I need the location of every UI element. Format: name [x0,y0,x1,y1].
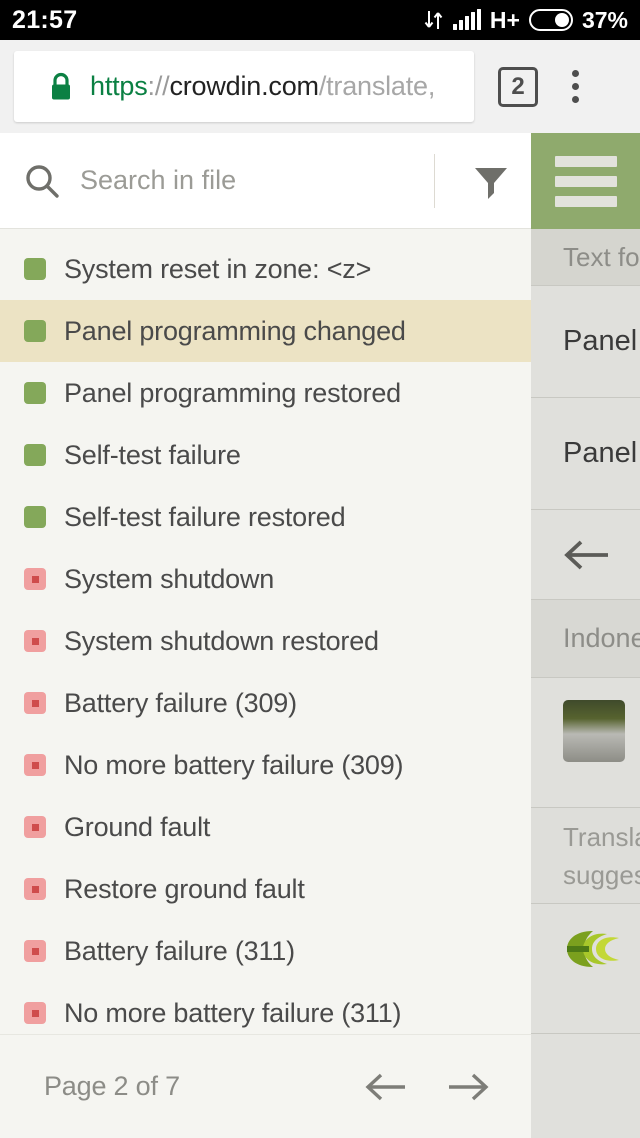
hamburger-menu-icon [554,155,617,207]
status-untranslated-icon [24,568,46,590]
list-item[interactable]: Self-test failure [0,424,531,486]
page-content: System reset in zone: <z> Panel programmi… [0,133,640,1138]
status-untranslated-icon [24,940,46,962]
list-item[interactable]: No more battery failure (311) [0,982,531,1034]
status-translated-icon [24,506,46,528]
tab-count-label: 2 [511,72,525,100]
list-item[interactable]: System shutdown [0,548,531,610]
battery-icon [528,9,573,31]
status-translated-icon [24,444,46,466]
status-untranslated-icon [24,630,46,652]
translation-author-row [531,678,640,808]
list-item[interactable]: System shutdown restored [0,610,531,672]
editor-menu-button[interactable] [531,133,640,229]
list-item-label: Battery failure (309) [64,687,297,718]
network-type-label: H+ [489,6,520,33]
list-item-label: Restore ground fault [64,873,305,904]
search-toolbar [0,133,531,229]
list-item-label: System shutdown [64,563,275,594]
browser-toolbar: https://crowdin.com/translate, 2 [0,40,640,133]
android-status-bar: 21:57 H+ 37% [0,0,640,40]
translation-editor-panel: Text fo Panel Panel Indone Transla sugge… [531,133,640,1138]
search-icon [26,164,59,198]
status-untranslated-icon [24,1002,46,1024]
list-item[interactable]: Ground fault [0,796,531,858]
list-item[interactable]: No more battery failure (309) [0,734,531,796]
suggestions-heading-line1: Transla [563,821,640,852]
pagination-bar: Page 2 of 7 [0,1034,531,1138]
editor-back-button[interactable] [531,510,640,600]
url-scheme: https [90,71,148,101]
url-bar[interactable]: https://crowdin.com/translate, [14,51,474,122]
editor-panel-filler [531,1034,640,1138]
list-item-label: System reset in zone: <z> [64,253,372,284]
list-item[interactable]: Battery failure (309) [0,672,531,734]
list-item-label: System shutdown restored [64,625,379,656]
status-clock: 21:57 [12,5,78,34]
strings-list-panel: System reset in zone: <z> Panel programmi… [0,133,531,1138]
avatar [563,700,625,762]
url-host: crowdin.com [169,71,319,101]
mt-provider-row [531,904,640,1034]
next-page-button[interactable] [441,1060,495,1114]
list-item[interactable]: Restore ground fault [0,858,531,920]
signal-bars-icon [452,9,481,30]
tab-counter-button[interactable]: 2 [498,66,538,107]
app-root: 21:57 H+ 37% https://crowdin.com/transla… [0,0,640,1138]
source-caption: Text fo [531,229,640,286]
list-item[interactable]: System reset in zone: <z> [0,238,531,300]
status-translated-icon [24,320,46,342]
status-indicators: H+ 37% [424,6,628,33]
status-translated-icon [24,258,46,280]
status-untranslated-icon [24,754,46,776]
status-translated-icon [24,382,46,404]
status-untranslated-icon [24,816,46,838]
status-untranslated-icon [24,878,46,900]
data-sync-icon [424,11,443,29]
arrow-right-icon [449,1073,489,1100]
strings-list[interactable]: System reset in zone: <z> Panel programmi… [0,229,531,1034]
url-path: /translate, [318,71,436,101]
prev-page-button[interactable] [359,1060,413,1114]
list-item-label: Battery failure (311) [64,935,295,966]
list-item-label: Panel programming restored [64,377,401,408]
arrow-left-icon [563,540,608,569]
page-indicator-label: Page 2 of 7 [44,1071,180,1101]
suggestions-heading-line2: suggest [563,859,640,890]
kebab-dot [572,70,579,77]
list-item-label: Self-test failure [64,439,241,470]
url-text: https://crowdin.com/translate, [90,71,435,102]
browser-menu-button[interactable] [572,70,579,103]
list-item-label: No more battery failure (311) [64,997,402,1028]
list-item[interactable]: Battery failure (311) [0,920,531,982]
list-item[interactable]: Panel programming changed [0,300,531,362]
filter-funnel-icon [475,167,507,199]
suggestions-heading: Transla suggest [531,808,640,904]
battery-percent-label: 37% [581,6,628,33]
pagination-controls [359,1060,495,1114]
source-string: Panel [531,286,640,398]
list-item-label: Panel programming changed [64,315,406,346]
list-item-label: Ground fault [64,811,211,842]
arrow-left-icon [365,1073,405,1100]
list-item[interactable]: Panel programming restored [0,362,531,424]
status-untranslated-icon [24,692,46,714]
kebab-dot [572,96,579,103]
crowdin-logo-icon [567,931,619,967]
list-item-label: Self-test failure restored [64,501,346,532]
kebab-dot [572,83,579,90]
list-item-label: No more battery failure (309) [64,749,404,780]
target-language-label: Indone [531,600,640,678]
target-string-field[interactable]: Panel [531,398,640,510]
url-separator: :// [147,71,170,101]
lock-icon [52,72,70,99]
search-input[interactable] [80,165,434,196]
list-item[interactable]: Self-test failure restored [0,486,531,548]
